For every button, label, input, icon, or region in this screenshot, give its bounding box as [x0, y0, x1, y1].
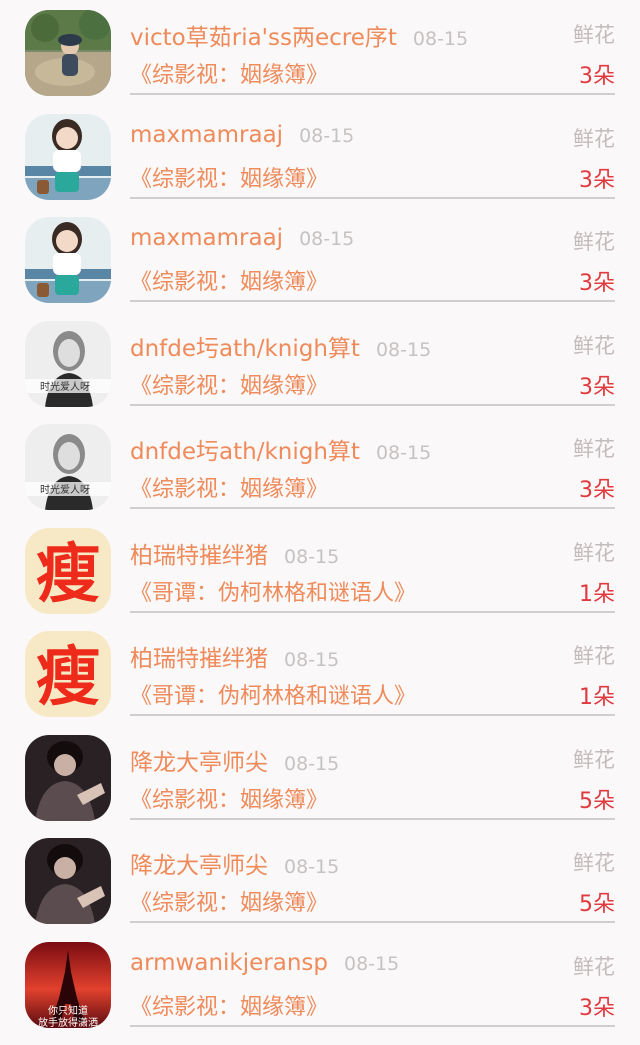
book-title-link[interactable]: 《综影视：姻缘簿》 [130, 368, 328, 400]
gift-type: 鲜花 [573, 126, 615, 151]
sender-name-text[interactable]: armwanikjeransp [130, 950, 328, 976]
gift-date: 08-15 [344, 952, 400, 975]
gift-type: 鲜花 [573, 230, 615, 254]
sender-name[interactable]: maxmamraaj 08-15 [130, 122, 354, 148]
sender-name-text[interactable]: victo草茹ria'ss两ecre序t [130, 25, 397, 51]
book-title-link[interactable]: 《综影视：姻缘簿》 [130, 471, 328, 503]
gift-record-row[interactable]: maxmamraaj 08-15 鲜花《综影视：姻缘簿》 3朵 [0, 96, 640, 200]
book-title-link[interactable]: 《综影视：姻缘簿》 [130, 885, 328, 917]
sender-name[interactable]: dnfde圬ath/knigh算t 08-15 [130, 329, 431, 363]
bw-portrait-avatar[interactable]: 时光爱人呀 [25, 424, 111, 510]
shou-glyph: 瘦 [36, 538, 100, 612]
book-title-link[interactable]: 《综影视：姻缘簿》 [130, 989, 328, 1021]
gift-record-row[interactable]: 时光爱人呀 dnfde圬ath/knigh算t 08-15 鲜花《综影视：姻缘簿》 3… [0, 303, 640, 407]
gift-type: 鲜花 [573, 851, 615, 875]
book-title-link[interactable]: 《综影视：姻缘簿》 [130, 264, 328, 296]
gift-date: 08-15 [284, 545, 340, 568]
sender-name[interactable]: dnfde圬ath/knigh算t 08-15 [130, 432, 431, 466]
bw-portrait-avatar[interactable]: 时光爱人呀 [25, 320, 111, 407]
shou-glyph: 瘦 [36, 641, 100, 715]
avatar-caption: 时光爱人呀 [40, 380, 90, 393]
gift-record-row[interactable]: victo草茹ria'ss两ecre序t 08-15 鲜花《综影视：姻缘簿》 3朵 [0, 0, 640, 96]
landscape-photo-avatar[interactable] [25, 10, 111, 96]
flower-count: 3朵 [579, 374, 615, 400]
shou-character-avatar[interactable]: 瘦 [25, 631, 111, 717]
sender-name-text[interactable]: dnfde圬ath/knigh算t [130, 336, 360, 362]
flower-count: 3朵 [579, 64, 615, 89]
sender-name-text[interactable]: 降龙大亭师尖 [130, 853, 268, 879]
gift-date: 08-15 [375, 338, 432, 361]
flower-count: 1朵 [579, 685, 615, 710]
gift-type: 鲜花 [573, 23, 615, 47]
dark-portrait-avatar[interactable] [25, 838, 111, 924]
book-title-link[interactable]: 《综影视：姻缘簿》 [130, 161, 328, 193]
gift-record-row[interactable]: 你只知道 放手放得潇洒 armwanikjeransp 08-15 鲜花《综影视：姻缘… [0, 924, 640, 1028]
sender-name-text[interactable]: 柏瑞特摧绊猪 [130, 543, 268, 569]
gift-date: 08-15 [299, 228, 355, 250]
gift-date: 08-15 [284, 752, 340, 775]
gift-type: 鲜花 [573, 333, 615, 358]
book-title-link[interactable]: 《综影视：姻缘簿》 [130, 782, 328, 814]
gift-record-row[interactable]: maxmamraaj 08-15 鲜花《综影视：姻缘簿》 3朵 [0, 199, 640, 303]
dark-portrait-avatar[interactable] [25, 734, 111, 821]
shou-character-avatar[interactable]: 瘦 [25, 527, 111, 614]
sender-name[interactable]: maxmamraaj 08-15 [130, 225, 354, 251]
gift-date: 08-15 [412, 28, 469, 50]
flower-count: 3朵 [579, 167, 615, 193]
sender-name-text[interactable]: maxmamraaj [130, 225, 283, 251]
flower-count: 3朵 [579, 995, 615, 1021]
flower-count: 5朵 [579, 892, 615, 917]
gift-record-list: victo草茹ria'ss两ecre序t 08-15 鲜花 《综影视：姻缘簿》 3朵 m… [0, 0, 640, 1028]
sender-name[interactable]: victo草茹ria'ss两ecre序t 08-15 [130, 18, 468, 52]
gift-record-row[interactable]: 时光爱人呀 dnfde圬ath/knigh算t 08-15 鲜花《综影视：姻缘簿》 3… [0, 406, 640, 510]
gift-type: 鲜花 [573, 540, 615, 565]
gift-date: 08-15 [284, 856, 340, 878]
gift-record-row[interactable]: 降龙大亭师尖 08-15 鲜花《综影视：姻缘簿》 5朵 [0, 820, 640, 924]
gift-type: 鲜花 [573, 437, 615, 461]
sender-name[interactable]: 柏瑞特摧绊猪 08-15 [130, 639, 339, 673]
gift-type: 鲜花 [573, 747, 615, 772]
avatar-caption-line1: 你只知道 [48, 1004, 88, 1017]
flower-count: 1朵 [579, 581, 615, 607]
eiffel-sunset-avatar[interactable]: 你只知道 放手放得潇洒 [25, 941, 111, 1028]
girl-bench-avatar[interactable] [25, 113, 111, 200]
sender-name[interactable]: 降龙大亭师尖 08-15 [130, 846, 339, 880]
sender-name[interactable]: armwanikjeransp 08-15 [130, 950, 399, 976]
row-divider [130, 1024, 615, 1027]
book-title-link[interactable]: 《哥谭：伪柯林格和谜语人》 [130, 575, 416, 607]
avatar-caption-line2: 放手放得潇洒 [38, 1016, 98, 1028]
sender-name-text[interactable]: maxmamraaj [130, 122, 283, 148]
gift-date: 08-15 [284, 649, 340, 671]
book-title-link[interactable]: 《综影视：姻缘簿》 [130, 57, 328, 89]
flower-count: 5朵 [579, 788, 615, 814]
sender-name[interactable]: 降龙大亭师尖 08-15 [130, 743, 339, 777]
gift-record-row[interactable]: 瘦 柏瑞特摧绊猪 08-15 鲜花《哥谭：伪柯林格和谜语人》 1朵 [0, 613, 640, 717]
gift-date: 08-15 [375, 442, 432, 464]
gift-date: 08-15 [299, 124, 355, 147]
sender-name[interactable]: 柏瑞特摧绊猪 08-15 [130, 536, 339, 570]
sender-name-text[interactable]: 降龙大亭师尖 [130, 750, 268, 776]
sender-name-text[interactable]: 柏瑞特摧绊猪 [130, 646, 268, 672]
gift-record-row[interactable]: 降龙大亭师尖 08-15 鲜花《综影视：姻缘簿》 5朵 [0, 717, 640, 821]
flower-count: 3朵 [579, 271, 615, 296]
flower-count: 3朵 [579, 478, 615, 503]
gift-type: 鲜花 [573, 644, 615, 668]
sender-name-text[interactable]: dnfde圬ath/knigh算t [130, 439, 360, 465]
girl-bench-avatar[interactable] [25, 217, 111, 303]
book-title-link[interactable]: 《哥谭：伪柯林格和谜语人》 [130, 678, 416, 710]
avatar-caption: 时光爱人呀 [40, 483, 90, 496]
gift-type: 鲜花 [573, 954, 615, 979]
gift-record-row[interactable]: 瘦 柏瑞特摧绊猪 08-15 鲜花《哥谭：伪柯林格和谜语人》 1朵 [0, 510, 640, 614]
